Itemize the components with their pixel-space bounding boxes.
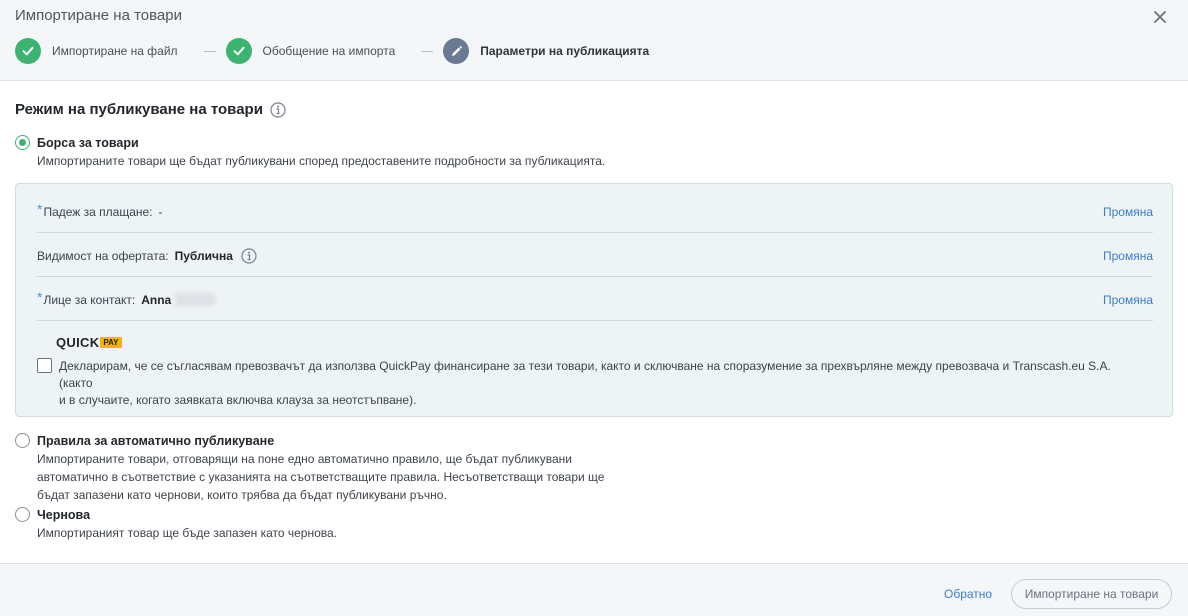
contact-label: Лице за контакт: [43,292,136,307]
change-visibility-link[interactable]: Промяна [1103,249,1153,263]
quickpay-badge: PAY [100,337,122,348]
step-import-file: Импортиране на файл [15,38,178,64]
option-draft-label: Чернова [37,508,91,522]
pencil-icon [443,38,470,64]
contact-row: * Лице за контакт: Anna Промяна [37,279,1153,321]
payment-term-row: * Падеж за плащане: - Промяна [37,191,1153,233]
description-line: Импортираните товари, отговарящи на поне… [37,452,572,466]
description-line: бъдат запазени като чернови, които трябв… [37,488,447,502]
section-title-text: Режим на публикуване на товари [15,101,263,118]
quickpay-checkbox[interactable] [37,358,52,373]
step-separator [203,50,216,52]
step-label: Импортиране на файл [52,44,178,58]
payment-term-value: - [158,204,163,219]
required-mark: * [37,200,43,217]
quickpay-brand: QUICK [56,335,100,350]
modal-title: Импортиране на товари [15,7,182,24]
option-auto-rules-label: Правила за автоматично публикуване [37,434,275,448]
step-label: Обобщение на импорта [262,44,396,58]
description-line: автоматично в съответствие с указанията … [37,470,605,484]
modal-header: Импортиране на товари Импортиране на фай… [0,0,1188,81]
payment-term-label: Падеж за плащане: [43,204,153,219]
step-separator [421,50,434,52]
info-icon[interactable] [241,247,257,264]
required-mark: * [37,288,43,305]
step-publication-params: Параметри на публикацията [443,38,649,64]
option-draft[interactable]: Чернова Импортираният товар ще бъде запа… [15,507,337,542]
quickpay-declaration: Декларирам, че се съгласявам превозвачът… [37,358,1147,409]
stepper: Импортиране на файл Обобщение на импорта… [15,37,649,65]
publication-details-panel: * Падеж за плащане: - Промяна Видимост н… [15,183,1173,417]
quickpay-logo: QUICK PAY [56,335,122,350]
visibility-row: Видимост на офертата: Публична Промяна [37,235,1153,277]
declaration-line: и в случаите, когато заявката включва кл… [59,393,417,407]
close-icon[interactable] [1151,9,1169,27]
step-label: Параметри на публикацията [480,44,650,58]
option-exchange[interactable]: Борса за товари Импортираните товари ще … [15,135,605,170]
option-exchange-description: Импортираните товари ще бъдат публикуван… [37,154,606,168]
info-icon[interactable] [270,101,286,118]
import-loads-button[interactable]: Импортиране на товари [1011,579,1172,609]
check-icon [225,38,252,64]
check-icon [15,38,41,64]
declaration-line: Декларирам, че се съгласявам превозвачът… [59,359,1111,390]
visibility-value: Публична [174,248,233,263]
section-title: Режим на публикуване на товари [15,101,286,118]
step-import-summary: Обобщение на импорта [225,38,396,64]
radio-auto-rules[interactable] [15,433,30,448]
option-auto-rules-description: Импортираните товари, отговарящи на поне… [37,450,604,504]
option-auto-rules[interactable]: Правила за автоматично публикуване Импор… [15,433,604,504]
radio-draft[interactable] [15,507,30,522]
quickpay-declaration-text: Декларирам, че се съгласявам превозвачът… [59,358,1147,409]
option-exchange-label: Борса за товари [37,136,139,150]
visibility-label: Видимост на офертата: [37,248,169,263]
change-payment-term-link[interactable]: Промяна [1103,205,1153,219]
option-draft-description: Импортираният товар ще бъде запазен като… [37,526,338,540]
contact-value: Anna [141,292,172,307]
change-contact-link[interactable]: Промяна [1103,293,1153,307]
modal-footer: Обратно Импортиране на товари [0,563,1188,616]
back-button[interactable]: Обратно [944,587,992,601]
redacted-surname [175,293,216,306]
radio-exchange[interactable] [15,135,30,150]
